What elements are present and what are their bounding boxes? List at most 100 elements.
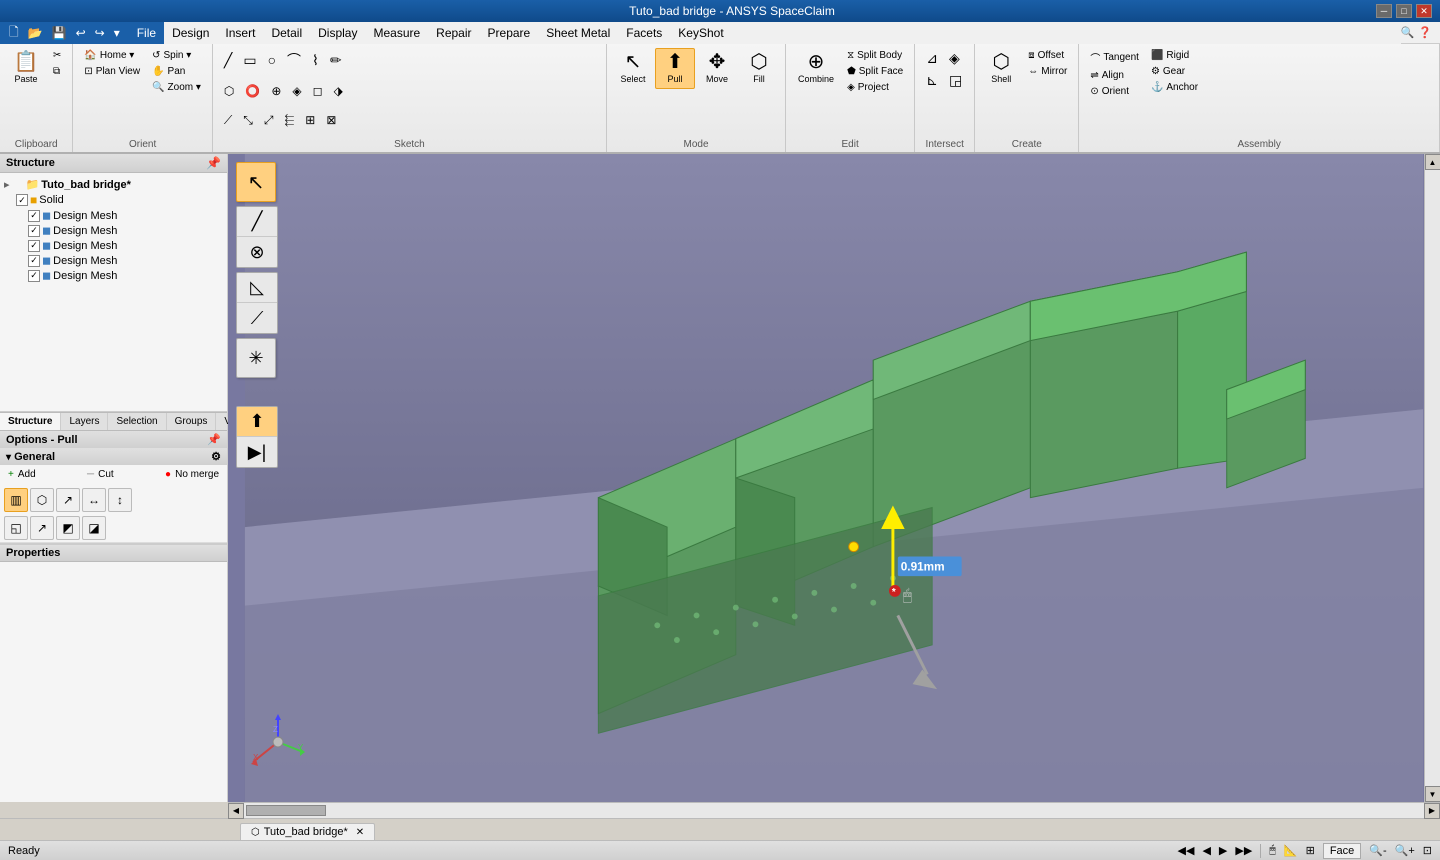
- zoom-out-icon[interactable]: 🔍-: [1369, 844, 1386, 857]
- paste-button[interactable]: 📋 Paste: [6, 48, 46, 89]
- scroll-down-button[interactable]: ▼: [1425, 786, 1440, 802]
- qa-save[interactable]: 💾: [49, 24, 70, 42]
- sketch-t6[interactable]: ⬗: [329, 82, 348, 100]
- tool-pull-face[interactable]: ▥: [4, 488, 28, 512]
- tree-item-mesh-2[interactable]: ◼ Design Mesh: [0, 223, 227, 238]
- minimize-button[interactable]: ─: [1376, 4, 1392, 18]
- tree-item-root[interactable]: ▸ 📁 Tuto_bad bridge*: [0, 177, 227, 192]
- tool-slash-button[interactable]: ⟋: [237, 303, 277, 333]
- orient-asm-button[interactable]: ⊙ Orient: [1085, 84, 1144, 99]
- home-button[interactable]: 🏠 Home ▾: [79, 48, 145, 63]
- status-nav-prev[interactable]: ◀: [1202, 844, 1210, 857]
- options-header[interactable]: Options - Pull 📌: [0, 431, 227, 448]
- intersect-t4[interactable]: ◲: [944, 70, 967, 91]
- pan-button[interactable]: ✋ Pan: [147, 64, 206, 79]
- combine-button[interactable]: ⊕ Combine: [792, 48, 840, 89]
- mesh4-checkbox[interactable]: [28, 255, 40, 267]
- menu-keyshot[interactable]: KeyShot: [670, 22, 731, 44]
- copy-button[interactable]: ⧉: [48, 64, 66, 79]
- anchor-button[interactable]: ⚓ Anchor: [1146, 80, 1203, 95]
- sketch-t10[interactable]: ⬱: [280, 111, 300, 130]
- cut-button[interactable]: ✂: [48, 48, 66, 63]
- menu-facets[interactable]: Facets: [618, 22, 670, 44]
- sketch-line[interactable]: ╱: [219, 48, 237, 72]
- tab-selection[interactable]: Selection: [108, 413, 166, 430]
- options-pin[interactable]: 📌: [207, 433, 221, 446]
- solid-checkbox[interactable]: [16, 194, 28, 206]
- status-nav-last[interactable]: ▶▶: [1235, 844, 1252, 857]
- tree-item-solid[interactable]: ■ Solid: [0, 192, 227, 208]
- menu-measure[interactable]: Measure: [365, 22, 428, 44]
- sketch-t3[interactable]: ⊕: [266, 82, 286, 100]
- mesh2-checkbox[interactable]: [28, 225, 40, 237]
- qa-new[interactable]: 🗋: [6, 21, 22, 46]
- sketch-t2[interactable]: ⭕: [240, 82, 265, 100]
- status-nav-first[interactable]: ◀◀: [1178, 844, 1195, 857]
- help-search[interactable]: 🔍: [1401, 26, 1415, 39]
- mesh3-checkbox[interactable]: [28, 240, 40, 252]
- gear-button[interactable]: ⚙ Gear: [1146, 64, 1203, 79]
- view-mode-label[interactable]: Face: [1323, 843, 1361, 859]
- zoom-in-icon[interactable]: 🔍+: [1395, 844, 1415, 857]
- scroll-up-button[interactable]: ▲: [1425, 154, 1440, 170]
- help-button[interactable]: ❓: [1418, 26, 1432, 39]
- sketch-freehand[interactable]: ✏: [325, 48, 347, 72]
- h-scroll-thumb[interactable]: [246, 805, 326, 816]
- sketch-t7[interactable]: ⟋: [219, 111, 237, 130]
- sketch-t4[interactable]: ◈: [287, 82, 306, 100]
- intersect-t2[interactable]: ◈: [944, 48, 965, 69]
- tool-diagonal-button[interactable]: ╱: [237, 207, 277, 237]
- tab-close-button[interactable]: ✕: [356, 827, 364, 838]
- tangent-button[interactable]: ⌒ Tangent: [1085, 48, 1144, 67]
- sketch-circle[interactable]: ○: [263, 48, 281, 72]
- sketch-t11[interactable]: ⊞: [300, 111, 320, 130]
- cursor-tool-button[interactable]: ↖: [236, 162, 276, 202]
- mesh5-checkbox[interactable]: [28, 270, 40, 282]
- shell-button[interactable]: ⬡ Shell: [981, 48, 1021, 89]
- move-button[interactable]: ✥ Move: [697, 48, 737, 89]
- tool-t1[interactable]: ◱: [4, 516, 28, 540]
- spin-button[interactable]: ↺ Spin ▾: [147, 48, 206, 63]
- general-header[interactable]: ▾ General ⚙: [0, 448, 227, 465]
- tab-layers[interactable]: Layers: [61, 413, 108, 430]
- tool-pull-h[interactable]: ↔: [82, 488, 106, 512]
- sketch-t12[interactable]: ⊠: [321, 111, 341, 130]
- align-button[interactable]: ⇌ Align: [1085, 68, 1144, 83]
- menu-detail[interactable]: Detail: [263, 22, 310, 44]
- tool-t3[interactable]: ◩: [56, 516, 80, 540]
- tree-item-mesh-1[interactable]: ◼ Design Mesh: [0, 208, 227, 223]
- qa-undo[interactable]: ↩: [73, 24, 89, 42]
- tree-item-mesh-5[interactable]: ◼ Design Mesh: [0, 268, 227, 283]
- skip-button[interactable]: ▶|: [237, 437, 277, 467]
- mesh1-checkbox[interactable]: [28, 210, 40, 222]
- qa-open[interactable]: 📂: [25, 24, 46, 42]
- menu-file[interactable]: File: [129, 22, 164, 44]
- intersect-t3[interactable]: ⊾: [921, 70, 943, 91]
- tool-star-button[interactable]: ✳: [236, 338, 276, 378]
- sketch-t8[interactable]: ⤡: [238, 111, 258, 130]
- qa-dropdown[interactable]: ▾: [111, 24, 123, 42]
- tool-pull-edge[interactable]: ⬡: [30, 488, 54, 512]
- menu-sheet-metal[interactable]: Sheet Metal: [538, 22, 618, 44]
- plan-view-button[interactable]: ⊡ Plan View: [79, 64, 145, 79]
- tool-t2[interactable]: ↗: [30, 516, 54, 540]
- intersect-t1[interactable]: ⊿: [921, 48, 943, 69]
- tool-t4[interactable]: ◪: [82, 516, 106, 540]
- sketch-rect[interactable]: ▭: [238, 48, 261, 72]
- fullscreen-icon[interactable]: ⊡: [1423, 844, 1432, 857]
- model-tab[interactable]: ⬡ Tuto_bad bridge* ✕: [240, 823, 375, 840]
- pull-button[interactable]: ⬆ Pull: [655, 48, 695, 89]
- gear-options-icon[interactable]: ⚙: [211, 450, 221, 463]
- select-button[interactable]: ↖ Select: [613, 48, 653, 89]
- tool-corner-button[interactable]: ◺: [237, 273, 277, 303]
- sketch-t5[interactable]: ◻: [308, 82, 328, 100]
- scroll-left-button[interactable]: ◀: [228, 803, 244, 819]
- scroll-right-button[interactable]: ▶: [1424, 803, 1440, 819]
- zoom-button[interactable]: 🔍 Zoom ▾: [147, 80, 206, 95]
- menu-prepare[interactable]: Prepare: [480, 22, 539, 44]
- project-button[interactable]: ◈ Project: [842, 80, 908, 95]
- mirror-button[interactable]: ⇔ Mirror: [1023, 64, 1072, 79]
- viewport[interactable]: * 0.91mm 🖱 ↖ ╱ ⊗: [228, 154, 1440, 802]
- tool-pull-v[interactable]: ↕: [108, 488, 132, 512]
- offset-button[interactable]: ⧈ Offset: [1023, 48, 1072, 63]
